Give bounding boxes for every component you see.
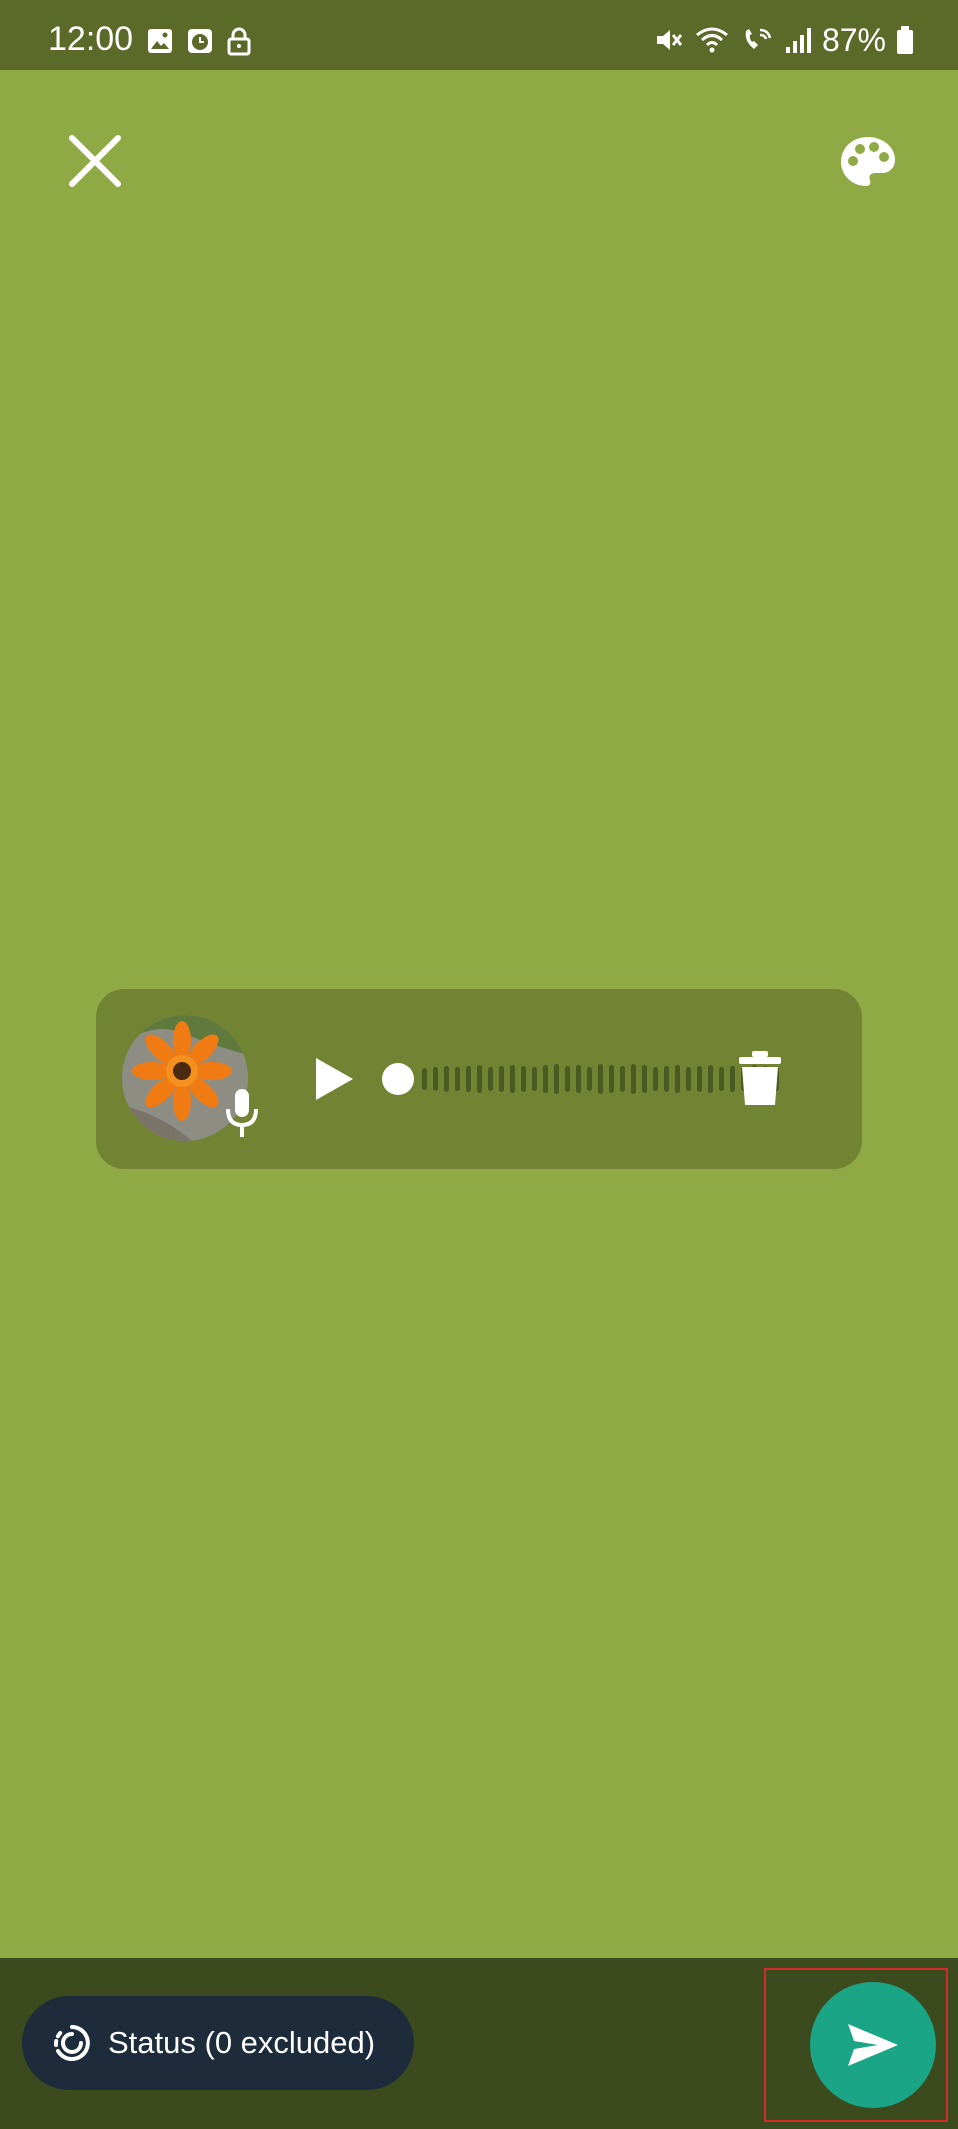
waveform-bar <box>620 1066 625 1092</box>
signal-icon <box>785 28 811 53</box>
waveform-bar <box>686 1067 691 1091</box>
waveform-bar <box>642 1065 647 1093</box>
waveform-bar <box>466 1066 471 1092</box>
clock-app-icon <box>188 29 212 53</box>
palette-icon <box>841 137 895 186</box>
waveform-bar <box>587 1067 592 1091</box>
wifi-call-icon <box>745 28 772 49</box>
status-composer-screen: 12:00 87% Status (0 excluded) <box>0 0 958 2129</box>
waveform-bar <box>521 1066 526 1092</box>
waveform-bar <box>499 1066 504 1092</box>
waveform-bar <box>565 1066 570 1092</box>
seek-handle[interactable] <box>382 1063 414 1095</box>
play-button[interactable] <box>312 1055 356 1103</box>
waveform-bar <box>653 1067 658 1091</box>
delete-button[interactable] <box>738 1049 782 1107</box>
waveform-bar <box>576 1065 581 1093</box>
waveform-bar <box>631 1064 636 1094</box>
close-icon <box>69 135 121 187</box>
waveform-bar <box>455 1067 460 1091</box>
waveform-bar <box>543 1065 548 1093</box>
waveform-bar <box>609 1065 614 1093</box>
battery-icon <box>897 26 913 54</box>
notification-icons <box>146 26 252 56</box>
trash-icon <box>739 1051 781 1105</box>
waveform-bar <box>708 1065 713 1093</box>
waveform-bar <box>433 1067 438 1091</box>
play-icon <box>316 1058 353 1100</box>
waveform-bar <box>664 1066 669 1092</box>
system-status-bar: 12:00 87% <box>0 0 958 70</box>
waveform-bar <box>510 1065 515 1093</box>
gallery-icon <box>148 29 172 53</box>
waveform-bar <box>719 1067 724 1091</box>
clock-time: 12:00 <box>48 20 134 58</box>
status-audience-label: Status (0 excluded) <box>108 2025 376 2060</box>
status-audience-button[interactable]: Status (0 excluded) <box>22 1996 414 2090</box>
waveform-bar <box>422 1068 427 1090</box>
waveform-bar <box>444 1066 449 1092</box>
waveform-bar <box>532 1067 537 1091</box>
wifi-icon <box>696 27 728 53</box>
waveform-bar <box>598 1064 603 1094</box>
lock-icon <box>227 27 251 56</box>
waveform-bar <box>488 1067 493 1091</box>
mic-badge <box>224 1087 260 1139</box>
voice-message-card <box>96 989 862 1169</box>
waveform-bar <box>554 1064 559 1094</box>
battery-percent: 87% <box>821 22 886 58</box>
audio-waveform[interactable] <box>420 1049 786 1109</box>
waveform-bar <box>477 1065 482 1093</box>
bottom-bar: Status (0 excluded) <box>0 1958 958 2129</box>
system-icons: 87% <box>654 24 914 56</box>
status-icon <box>53 2025 90 2061</box>
microphone-icon <box>226 1089 258 1137</box>
mute-icon <box>656 30 683 50</box>
waveform-bar <box>697 1066 702 1092</box>
send-button[interactable] <box>810 1982 936 2108</box>
color-palette-button[interactable] <box>838 134 898 190</box>
close-button[interactable] <box>66 132 124 190</box>
waveform-bar <box>675 1065 680 1093</box>
send-icon <box>848 2024 898 2066</box>
waveform-bar <box>730 1066 735 1092</box>
